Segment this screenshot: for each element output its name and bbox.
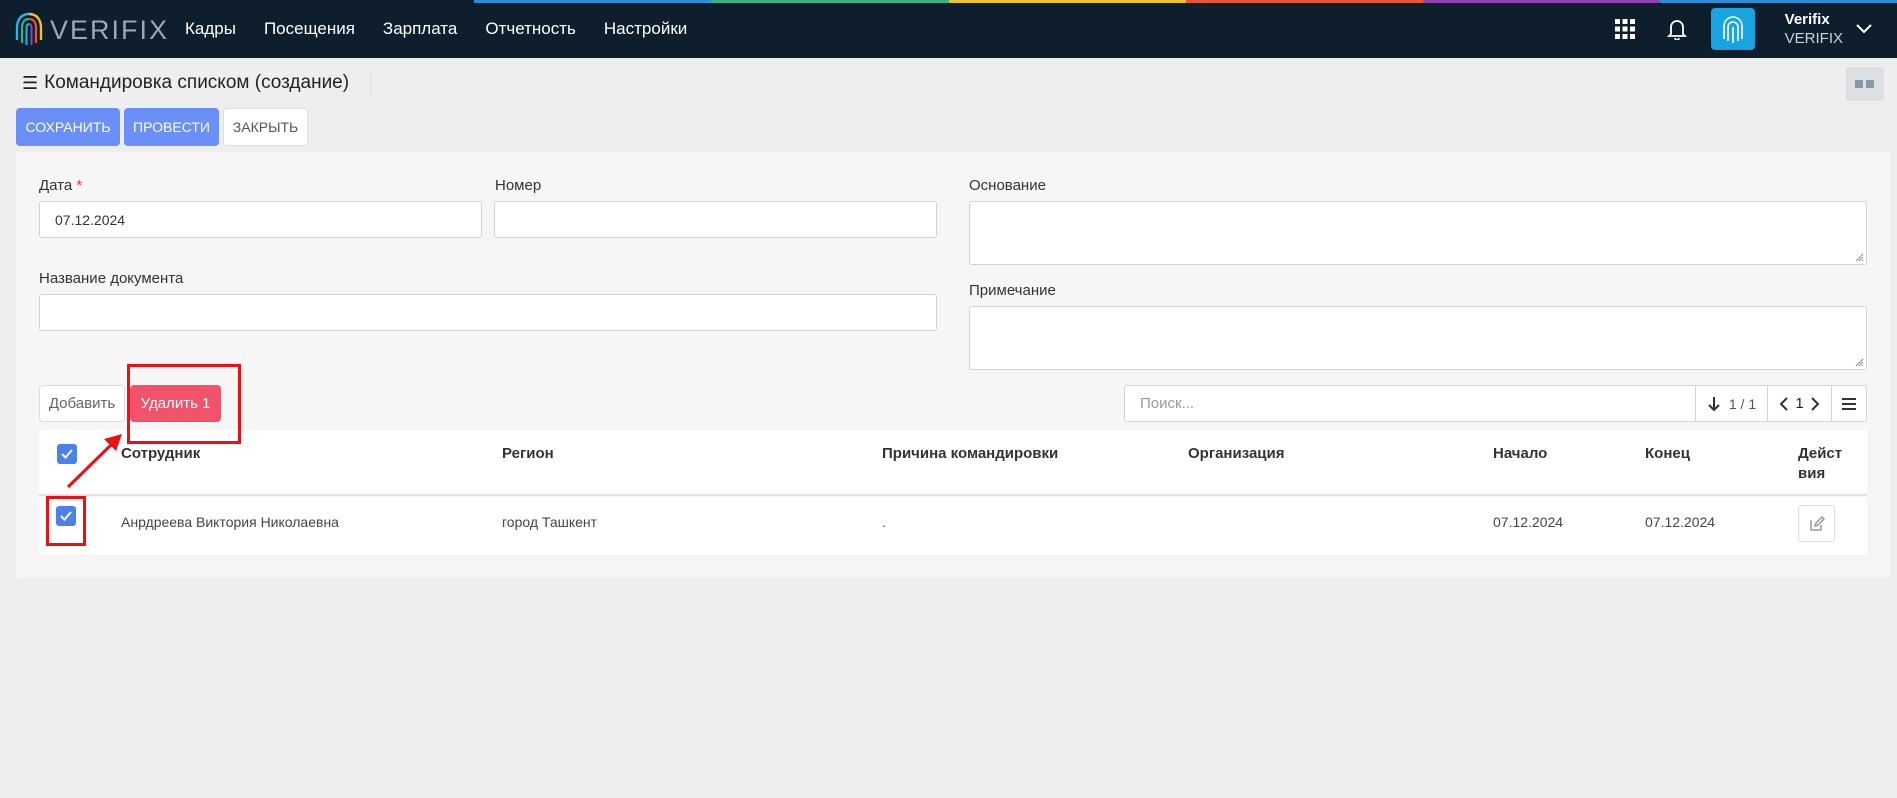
note-label: Примечание bbox=[969, 282, 1056, 299]
translate-icon bbox=[1855, 80, 1874, 88]
cell-employee: Анрдреева Виктория Николаевна bbox=[121, 514, 339, 530]
date-label: Дата * bbox=[39, 177, 83, 194]
save-button[interactable]: СОХРАНИТЬ bbox=[16, 108, 120, 146]
nav-item-staff[interactable]: Кадры bbox=[185, 19, 236, 39]
cell-reason: . bbox=[882, 514, 886, 530]
sort-count[interactable]: 1 / 1 bbox=[1695, 385, 1768, 422]
basis-label: Основание bbox=[969, 177, 1046, 194]
table-row[interactable]: Анрдреева Виктория Николаевна город Ташк… bbox=[39, 497, 1867, 555]
edit-row-button[interactable] bbox=[1798, 505, 1835, 542]
select-all-checkbox[interactable] bbox=[57, 444, 77, 464]
bell-icon[interactable] bbox=[1657, 9, 1697, 49]
column-header-end[interactable]: Конец bbox=[1645, 444, 1690, 464]
user-menu[interactable]: Verifix VERIFIX bbox=[1785, 10, 1843, 48]
page-number: 1 bbox=[1795, 395, 1804, 412]
list-menu-icon bbox=[1842, 397, 1856, 410]
note-textarea[interactable] bbox=[969, 306, 1867, 370]
cell-end: 07.12.2024 bbox=[1645, 514, 1716, 530]
table-header: Сотрудник Регион Причина командировки Ор… bbox=[39, 430, 1867, 496]
close-button[interactable]: ЗАКРЫТЬ bbox=[223, 108, 308, 146]
title-divider bbox=[370, 70, 371, 96]
fingerprint-icon bbox=[1722, 16, 1743, 43]
chevron-down-icon[interactable] bbox=[1855, 23, 1873, 35]
sort-down-icon bbox=[1708, 396, 1720, 411]
nav-item-reports[interactable]: Отчетность bbox=[485, 19, 576, 39]
doc-name-label: Название документа bbox=[39, 270, 184, 287]
main-nav: Кадры Посещения Зарплата Отчетность Наст… bbox=[185, 0, 715, 58]
top-right-tools: Verifix VERIFIX bbox=[1605, 0, 1897, 58]
cell-start: 07.12.2024 bbox=[1493, 514, 1564, 530]
row-checkbox[interactable] bbox=[56, 506, 76, 526]
fingerprint-logo-icon bbox=[15, 12, 43, 45]
date-input[interactable]: 07.12.2024 bbox=[39, 201, 482, 238]
record-count: 1 / 1 bbox=[1728, 395, 1757, 412]
brand-logo-text: VERIFIX bbox=[50, 14, 170, 45]
column-header-employee[interactable]: Сотрудник bbox=[121, 444, 200, 464]
user-org: VERIFIX bbox=[1784, 30, 1843, 47]
checkbox-checked-icon bbox=[60, 511, 72, 521]
search-input[interactable]: Поиск... bbox=[1124, 385, 1696, 422]
nav-item-settings[interactable]: Настройки bbox=[604, 19, 687, 39]
chevron-left-icon[interactable] bbox=[1779, 396, 1789, 411]
chevron-right-icon[interactable] bbox=[1810, 396, 1820, 411]
delete-button[interactable]: Удалить 1 bbox=[130, 385, 221, 422]
top-navbar: VERIFIX Кадры Посещения Зарплата Отчетно… bbox=[0, 0, 1897, 58]
menu-icon[interactable]: ☰ bbox=[22, 73, 38, 94]
column-header-organization[interactable]: Организация bbox=[1188, 444, 1285, 464]
column-header-actions: Дейст вия bbox=[1798, 445, 1843, 482]
user-name: Verifix bbox=[1784, 11, 1830, 28]
number-label: Номер bbox=[495, 177, 542, 194]
translate-button[interactable] bbox=[1846, 67, 1884, 101]
apps-grid-icon[interactable] bbox=[1605, 9, 1645, 49]
pagination: 1 bbox=[1767, 385, 1832, 422]
resize-grip-icon[interactable] bbox=[1855, 253, 1864, 262]
doc-name-input[interactable] bbox=[39, 294, 937, 331]
nav-item-salary[interactable]: Зарплата bbox=[383, 19, 457, 39]
page-title: Командировка списком (создание) bbox=[44, 72, 350, 93]
basis-textarea[interactable] bbox=[969, 201, 1867, 265]
brand-logo[interactable]: VERIFIX bbox=[14, 10, 169, 50]
post-button[interactable]: ПРОВЕСТИ bbox=[124, 108, 219, 146]
column-header-region[interactable]: Регион bbox=[502, 444, 554, 464]
add-button[interactable]: Добавить bbox=[39, 385, 125, 422]
column-header-start[interactable]: Начало bbox=[1493, 444, 1547, 464]
fingerprint-button[interactable] bbox=[1710, 8, 1755, 50]
number-input[interactable] bbox=[494, 201, 937, 238]
column-header-reason[interactable]: Причина командировки bbox=[882, 444, 1058, 464]
checkbox-checked-icon bbox=[61, 449, 73, 459]
resize-grip-icon[interactable] bbox=[1855, 358, 1864, 367]
cell-region: город Ташкент bbox=[502, 514, 598, 530]
page-header: ☰ Командировка списком (создание) bbox=[22, 72, 349, 94]
edit-icon bbox=[1809, 515, 1825, 531]
nav-item-attendance[interactable]: Посещения bbox=[264, 19, 355, 39]
list-menu-button[interactable] bbox=[1831, 385, 1867, 422]
